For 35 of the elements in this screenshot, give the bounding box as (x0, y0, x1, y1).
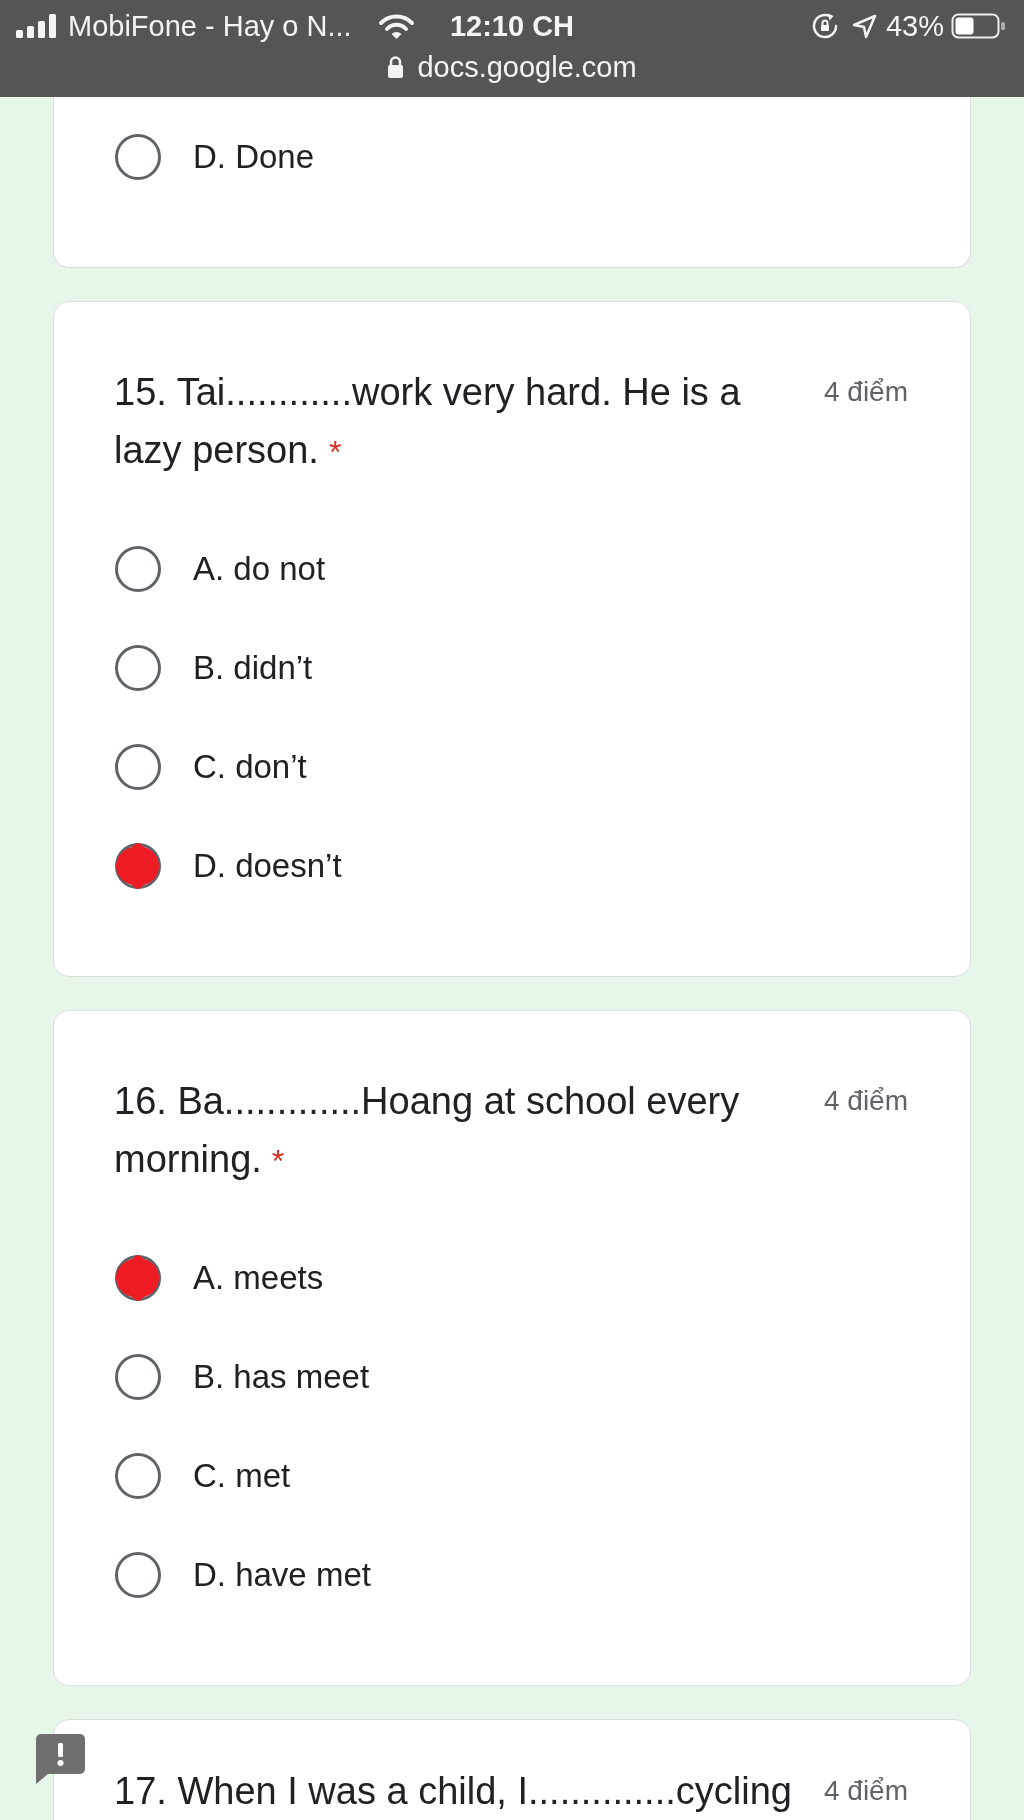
rotation-lock-icon (810, 12, 839, 40)
option-label: C. don’t (193, 748, 307, 786)
option-label: A. do not (193, 550, 326, 588)
radio-button[interactable] (114, 133, 162, 181)
option-label: B. didn’t (193, 649, 313, 687)
option-label: D. have met (193, 1556, 371, 1594)
battery-icon (951, 13, 1006, 39)
carrier-name: MobiFone - Hay o N... (68, 9, 352, 43)
points-label: 4 điểm (823, 1774, 908, 1808)
option-label: A. meets (193, 1259, 324, 1297)
radio-button[interactable] (114, 743, 162, 791)
radio-button[interactable] (114, 1551, 162, 1599)
signal-bars-icon (16, 14, 56, 38)
question-title: 17. When I was a child, I..............cycling (114, 1769, 793, 1814)
lock-icon (387, 55, 405, 79)
radio-button[interactable] (114, 545, 162, 593)
radio-button[interactable] (114, 842, 162, 890)
points-label: 4 điểm (823, 375, 908, 409)
option-label: D. Done (193, 138, 315, 176)
radio-button[interactable] (114, 1353, 162, 1401)
option-label: C. met (193, 1457, 291, 1495)
battery-percent: 43% (885, 9, 944, 43)
points-label: 4 điểm (823, 1084, 908, 1118)
radio-button[interactable] (114, 1254, 162, 1302)
clock-time: 12:10 CH (449, 9, 575, 43)
question-title: 16. Ba.............Hoang at school every morning. * (114, 1079, 741, 1182)
option-label: D. doesn’t (193, 847, 342, 885)
radio-button[interactable] (114, 644, 162, 692)
location-arrow-icon (851, 13, 877, 39)
question-title: 15. Tai............work very hard. He is a lazy person. * (114, 370, 742, 473)
report-bubble-icon[interactable] (36, 1734, 85, 1784)
url-text[interactable]: docs.google.com (417, 50, 637, 84)
radio-button[interactable] (114, 1452, 162, 1500)
wifi-icon (377, 12, 415, 40)
option-label: B. has meet (193, 1358, 370, 1396)
